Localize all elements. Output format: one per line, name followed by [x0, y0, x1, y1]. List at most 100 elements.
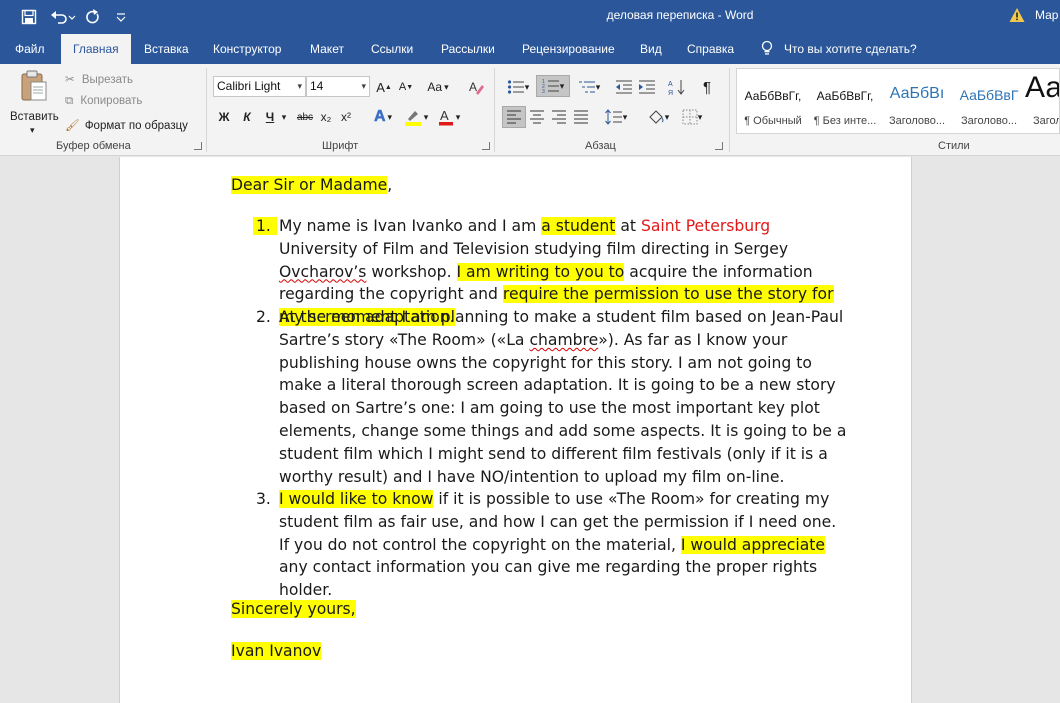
- tell-me-box[interactable]: Что вы хотите сделать?: [760, 34, 917, 64]
- change-case-button[interactable]: Aa ▾: [424, 76, 452, 98]
- group-divider: [206, 68, 207, 152]
- style-sample: АаБбВвГг,: [816, 89, 874, 103]
- cut-label: Вырезать: [81, 74, 133, 86]
- paste-button[interactable]: Вставить ▾: [8, 70, 59, 136]
- text-run: University of Film and Television studyi…: [279, 239, 789, 258]
- sort-icon[interactable]: AЯ: [667, 76, 687, 98]
- paragraph-group-label: Абзац: [585, 140, 616, 152]
- bold-button[interactable]: Ж: [215, 106, 233, 128]
- tell-me-text: Что вы хотите сделать?: [784, 42, 917, 56]
- title-bar: деловая переписка - Word Мар: [0, 0, 1060, 34]
- chevron-down-icon: ▾: [361, 81, 366, 91]
- text-run: »). As far as I know your publishing hou…: [279, 330, 847, 486]
- increase-indent-icon[interactable]: [637, 76, 657, 98]
- justify-icon[interactable]: [570, 106, 592, 128]
- tab-review[interactable]: Рецензирование: [522, 34, 615, 64]
- style-title[interactable]: Аа Загол: [1025, 69, 1060, 133]
- style-sample: АаБбВвГг,: [744, 89, 802, 103]
- subscript-button[interactable]: x₂: [318, 106, 334, 128]
- copy-icon: ⧉: [65, 95, 74, 107]
- list-item-text: I would like to know if it is possible t…: [279, 488, 851, 602]
- tab-references[interactable]: Ссылки: [371, 34, 413, 64]
- tab-layout[interactable]: Макет: [310, 34, 344, 64]
- clipboard-launcher-icon[interactable]: [194, 142, 202, 150]
- warning-icon[interactable]: [1009, 7, 1025, 27]
- window-title: деловая переписка - Word: [606, 8, 754, 22]
- numbering-button[interactable]: 1 2 3 ▾: [536, 75, 570, 97]
- text-run: workshop.: [366, 262, 457, 281]
- borders-button[interactable]: ▾: [677, 106, 707, 128]
- align-right-icon[interactable]: [548, 106, 570, 128]
- underline-button[interactable]: Ч: [261, 106, 279, 128]
- style-heading-1[interactable]: АаБбВı Заголово...: [881, 69, 953, 133]
- show-marks-icon[interactable]: ¶: [697, 76, 717, 98]
- font-color-button[interactable]: A ▾: [434, 106, 464, 128]
- style-heading-2[interactable]: АаБбВвГ Заголово...: [953, 69, 1025, 133]
- format-painter-button[interactable]: 🖌 Формат по образцу: [65, 118, 188, 132]
- superscript-button[interactable]: x²: [338, 106, 354, 128]
- lightbulb-icon: [760, 40, 774, 59]
- tab-view[interactable]: Вид: [640, 34, 662, 64]
- signature-line[interactable]: Ivan Ivanov: [231, 640, 322, 663]
- underline-dropdown-icon[interactable]: ▾: [279, 106, 289, 128]
- bullets-button[interactable]: ▾: [503, 76, 533, 98]
- line-spacing-icon: [604, 109, 622, 125]
- tab-file[interactable]: Файл: [15, 34, 45, 64]
- tab-mailings[interactable]: Рассылки: [441, 34, 495, 64]
- format-painter-label: Формат по образцу: [84, 120, 188, 132]
- style-no-spacing[interactable]: АаБбВвГг, ¶ Без инте...: [809, 69, 881, 133]
- paragraph-launcher-icon[interactable]: [715, 142, 723, 150]
- font-family-select[interactable]: Calibri Light ▾: [213, 76, 306, 97]
- tab-home[interactable]: Главная: [61, 34, 131, 64]
- paste-dropdown-icon[interactable]: ▾: [30, 125, 35, 136]
- spelling-error: chambre: [529, 330, 599, 349]
- group-divider: [729, 68, 730, 152]
- copy-label: Копировать: [80, 95, 143, 107]
- list-number: 1.: [253, 217, 277, 235]
- shading-button[interactable]: ▾: [643, 106, 673, 128]
- align-center-icon[interactable]: [526, 106, 548, 128]
- styles-group-label: Стили: [938, 140, 970, 152]
- style-normal[interactable]: АаБбВвГг, ¶ Обычный: [737, 69, 809, 133]
- cut-button[interactable]: ✂ Вырезать: [65, 72, 133, 86]
- shrink-font-icon[interactable]: A ▼: [396, 76, 416, 98]
- text-run: any contact information you can give me …: [279, 558, 818, 600]
- tab-design[interactable]: Конструктор: [213, 34, 281, 64]
- text-run: at: [615, 217, 641, 235]
- chevron-down-icon: ▾: [297, 81, 302, 91]
- highlighted-text: I am writing to you to: [456, 262, 625, 281]
- greeting-comma: ,: [387, 176, 393, 194]
- copy-button[interactable]: ⧉ Копировать: [65, 95, 142, 108]
- decrease-indent-icon[interactable]: [614, 76, 634, 98]
- svg-text:Я: Я: [668, 90, 673, 96]
- style-name: ¶ Без инте...: [813, 115, 877, 127]
- tab-insert[interactable]: Вставка: [144, 34, 189, 64]
- text-effects-icon: A: [373, 108, 386, 126]
- style-sample: АаБбВı: [889, 85, 945, 102]
- highlighter-icon: [404, 111, 421, 126]
- font-launcher-icon[interactable]: [482, 142, 490, 150]
- multilevel-list-button[interactable]: ▾: [574, 76, 604, 98]
- greeting-text: Dear Sir or Madame: [231, 176, 388, 194]
- greeting-line[interactable]: Dear Sir or Madame,: [231, 174, 392, 197]
- tab-help[interactable]: Справка: [687, 34, 734, 64]
- italic-button[interactable]: К: [238, 106, 256, 128]
- highlighted-text: I would like to know: [279, 490, 434, 508]
- brush-icon: 🖌: [65, 120, 80, 132]
- user-name[interactable]: Мар: [1035, 8, 1058, 22]
- highlight-color-button[interactable]: ▾: [401, 106, 431, 128]
- highlighted-text: I would appreciate: [680, 535, 825, 554]
- text-effects-button[interactable]: A ▾: [368, 106, 398, 128]
- font-size-value: 14: [310, 79, 324, 93]
- style-sample: Аа: [1025, 71, 1060, 104]
- svg-text:A: A: [440, 108, 449, 123]
- closing-line[interactable]: Sincerely yours,: [231, 598, 356, 621]
- align-left-icon[interactable]: [502, 106, 526, 128]
- font-size-select[interactable]: 14 ▾: [306, 76, 370, 97]
- grow-font-icon[interactable]: A ▲: [374, 76, 394, 98]
- line-spacing-button[interactable]: ▾: [601, 106, 631, 128]
- clear-formatting-icon[interactable]: A: [466, 76, 486, 98]
- text-run: My name is Ivan Ivanko and I am: [279, 217, 542, 235]
- strikethrough-button[interactable]: abc: [293, 106, 317, 128]
- svg-text:3: 3: [542, 89, 545, 94]
